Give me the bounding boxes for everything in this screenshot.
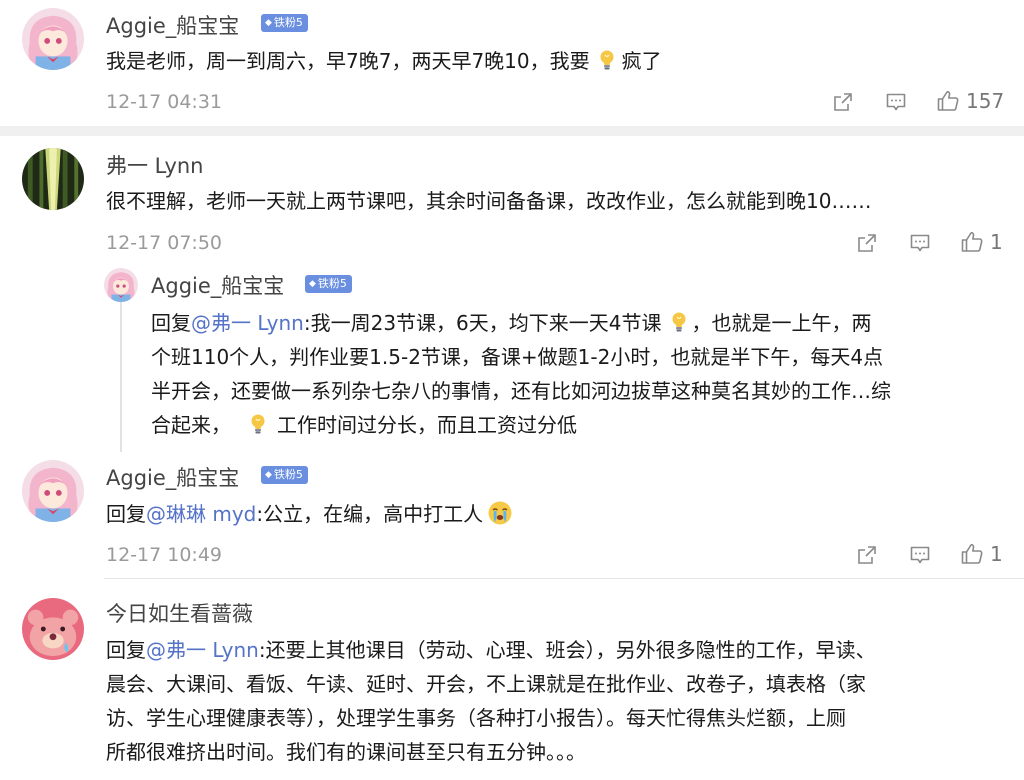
reply-line: 回复@弗一 Lynn:我一周23节课，6天，均下来一天4节课 ，也就是一上午，两 <box>151 306 891 340</box>
share-icon <box>832 91 854 113</box>
timestamp: 12-17 10:49 <box>106 544 223 566</box>
reply-thread-line <box>120 302 122 452</box>
reply-prefix: 回复 <box>106 638 146 662</box>
lightbulb-emoji <box>668 311 690 333</box>
share-icon <box>856 232 878 254</box>
comment-line: 晨会、大课间、看饭、午读、延时、开会，不上课就是在批作业、改卷子，填表格（家 <box>106 672 866 696</box>
diamond-icon: ◆ <box>309 279 316 289</box>
like-count: 1 <box>990 230 1003 254</box>
username[interactable]: 今日如生看蔷薇 <box>106 598 253 628</box>
thumbs-up-icon <box>960 542 984 566</box>
lightbulb-emoji <box>596 49 618 71</box>
comment-text: 我是老师，周一到周六，早7晚7，两天早7晚10，我要 疯了 <box>106 44 662 78</box>
fan-badge[interactable]: ◆ 铁粉5 <box>261 14 308 32</box>
badge-label: 铁粉5 <box>317 277 347 290</box>
avatar[interactable] <box>22 598 84 660</box>
mention-link[interactable]: @弗一 Lynn <box>146 638 259 662</box>
comment-text-part: :公立，在编，高中打工人 <box>256 502 484 526</box>
reply-text-part: :我一周23节课，6天，均下来一天4节课 <box>303 311 662 335</box>
username[interactable]: 弗一 Lynn <box>106 150 204 180</box>
share-button[interactable] <box>832 91 854 113</box>
comment-text-part: 我是老师，周一到周六，早7晚7，两天早7晚10，我要 <box>106 49 590 73</box>
timestamp: 12-17 04:31 <box>106 91 223 113</box>
avatar[interactable] <box>22 460 84 522</box>
share-button[interactable] <box>856 232 878 254</box>
crying-emoji <box>487 500 513 526</box>
avatar[interactable] <box>104 268 138 302</box>
comment-divider <box>104 578 1024 579</box>
section-divider <box>0 126 1024 136</box>
like-count: 157 <box>966 89 1005 113</box>
like-button[interactable]: 157 <box>936 89 1004 113</box>
diamond-icon: ◆ <box>265 18 272 28</box>
like-button[interactable]: 1 <box>960 542 1003 566</box>
comment-text: 很不理解，老师一天就上两节课吧，其余时间备备课，改改作业，怎么就能到晚10…… <box>106 189 872 213</box>
badge-label: 铁粉5 <box>273 468 303 481</box>
comment-icon <box>885 91 907 113</box>
reply-text: 回复@弗一 Lynn:我一周23节课，6天，均下来一天4节课 ，也就是一上午，两 … <box>151 306 891 442</box>
mention-link[interactable]: @琳琳 myd <box>146 502 256 526</box>
reply-text-part: 合起来， <box>151 413 231 437</box>
share-icon <box>856 544 878 566</box>
reply-prefix: 回复 <box>151 311 191 335</box>
reply-line: 半开会，还要做一系列杂七杂八的事情，还有比如河边拔草这种莫名其妙的工作…综 <box>151 379 891 403</box>
badge-label: 铁粉5 <box>273 16 303 29</box>
like-button[interactable]: 1 <box>960 230 1003 254</box>
username[interactable]: Aggie_船宝宝 <box>106 10 239 40</box>
comment-line: 所都很难挤出时间。我们有的课间甚至只有五分钟。。。 <box>106 740 586 764</box>
comment-text: 回复@琳琳 myd:公立，在编，高中打工人 <box>106 497 513 531</box>
comment-text: 回复@弗一 Lynn:还要上其他课目（劳动、心理、班会），另外很多隐性的工作，早… <box>106 633 876 769</box>
thumbs-up-icon <box>936 89 960 113</box>
share-button[interactable] <box>856 544 878 566</box>
avatar[interactable] <box>22 8 84 70</box>
comment-button[interactable] <box>909 232 931 254</box>
reply-line: 合起来， 工作时间过分长，而且工资过分低 <box>151 408 891 442</box>
like-count: 1 <box>990 542 1003 566</box>
username[interactable]: Aggie_船宝宝 <box>106 462 239 492</box>
mention-link[interactable]: @弗一 Lynn <box>191 311 304 335</box>
comment-line: 回复@弗一 Lynn:还要上其他课目（劳动、心理、班会），另外很多隐性的工作，早… <box>106 633 876 667</box>
timestamp: 12-17 07:50 <box>106 232 223 254</box>
comment-button[interactable] <box>909 544 931 566</box>
comment-text-part: 疯了 <box>621 49 662 73</box>
reply-line: 个班110个人，判作业要1.5-2节课，备课+做题1-2小时，也就是半下午，每天… <box>151 345 884 369</box>
thumbs-up-icon <box>960 230 984 254</box>
reply-text-part: ，也就是一上午，两 <box>691 311 872 335</box>
reply-text-part: 工作时间过分长，而且工资过分低 <box>277 413 577 437</box>
comment-line: 访、学生心理健康表等），处理学生事务（各种打小报告）。每天忙得焦头烂额，上厕 <box>106 706 846 730</box>
username[interactable]: Aggie_船宝宝 <box>151 270 284 300</box>
diamond-icon: ◆ <box>265 470 272 480</box>
lightbulb-emoji <box>247 413 269 435</box>
fan-badge[interactable]: ◆ 铁粉5 <box>261 466 308 484</box>
comment-icon <box>909 544 931 566</box>
reply-prefix: 回复 <box>106 502 146 526</box>
comment-icon <box>909 232 931 254</box>
avatar[interactable] <box>22 148 84 210</box>
comment-button[interactable] <box>885 91 907 113</box>
fan-badge[interactable]: ◆ 铁粉5 <box>305 275 352 293</box>
comment-text-part: :还要上其他课目（劳动、心理、班会），另外很多隐性的工作，早读、 <box>258 638 876 662</box>
